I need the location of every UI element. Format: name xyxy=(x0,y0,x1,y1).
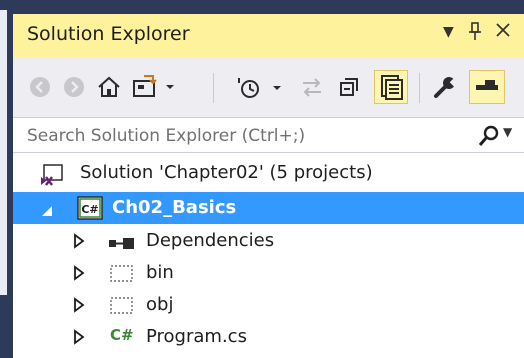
sync-icon[interactable] xyxy=(299,73,325,101)
folder-icon xyxy=(110,295,134,319)
search-bar: ▼ xyxy=(13,117,524,153)
collapsed-arrow-icon[interactable] xyxy=(73,329,85,349)
panel-title-bar: Solution Explorer ▼ xyxy=(13,14,524,57)
tree-row-project[interactable]: C# Ch02_Basics xyxy=(13,192,524,224)
tree-row-obj[interactable]: obj xyxy=(13,289,524,321)
auto-hide-pin-icon[interactable] xyxy=(467,21,483,46)
properties-icon[interactable] xyxy=(431,73,459,101)
solution-explorer-panel: Solution Explorer ▼ Search Solution Expl… xyxy=(13,14,524,358)
tree-row-solution[interactable]: Solution 'Chapter02' (5 projects) xyxy=(13,157,524,189)
editor-edge-dark xyxy=(0,295,7,358)
solution-tree: Solution 'Chapter02' (5 projects) C# Ch0… xyxy=(13,153,524,358)
tree-item-label: bin xyxy=(146,262,174,283)
home-icon[interactable] xyxy=(95,73,123,101)
editor-edge xyxy=(0,10,7,295)
window-frame-top xyxy=(0,0,524,14)
close-icon[interactable] xyxy=(494,21,512,44)
collapsed-arrow-icon[interactable] xyxy=(73,265,85,285)
tree-row-program[interactable]: C# Program.cs xyxy=(13,321,524,353)
tree-item-label: obj xyxy=(146,294,174,315)
window-position-dropdown[interactable]: ▼ xyxy=(443,24,454,40)
search-options-dropdown[interactable]: ▼ xyxy=(503,125,512,139)
folder-icon xyxy=(110,263,134,287)
solution-label: Solution 'Chapter02' (5 projects) xyxy=(80,162,373,183)
collapsed-arrow-icon[interactable] xyxy=(73,233,85,253)
toolbar-separator xyxy=(213,73,214,103)
tree-row-bin[interactable]: bin xyxy=(13,257,524,289)
solution-icon xyxy=(40,164,64,190)
pending-changes-icon[interactable] xyxy=(235,73,289,101)
toolbar-separator xyxy=(419,73,420,103)
preview-icon[interactable] xyxy=(469,70,505,104)
tree-item-label: Dependencies xyxy=(146,230,275,251)
panel-title: Solution Explorer xyxy=(27,23,190,45)
search-icon[interactable] xyxy=(478,125,500,151)
tree-item-label: Program.cs xyxy=(146,326,247,347)
switch-views-icon[interactable] xyxy=(131,73,175,101)
search-input[interactable] xyxy=(25,123,459,149)
collapse-all-icon[interactable] xyxy=(336,73,362,101)
dependencies-icon xyxy=(109,235,135,254)
csharp-project-icon: C# xyxy=(77,196,103,224)
project-label: Ch02_Basics xyxy=(112,197,237,218)
back-icon[interactable] xyxy=(27,73,53,101)
svg-text:C#: C# xyxy=(81,203,98,216)
csharp-file-icon: C# xyxy=(110,326,134,344)
expanded-arrow-icon[interactable] xyxy=(41,202,53,221)
forward-icon[interactable] xyxy=(61,73,87,101)
solution-explorer-toolbar xyxy=(13,57,524,117)
tree-row-dependencies[interactable]: Dependencies xyxy=(13,225,524,257)
collapsed-arrow-icon[interactable] xyxy=(73,297,85,317)
show-all-files-icon[interactable] xyxy=(374,70,408,104)
